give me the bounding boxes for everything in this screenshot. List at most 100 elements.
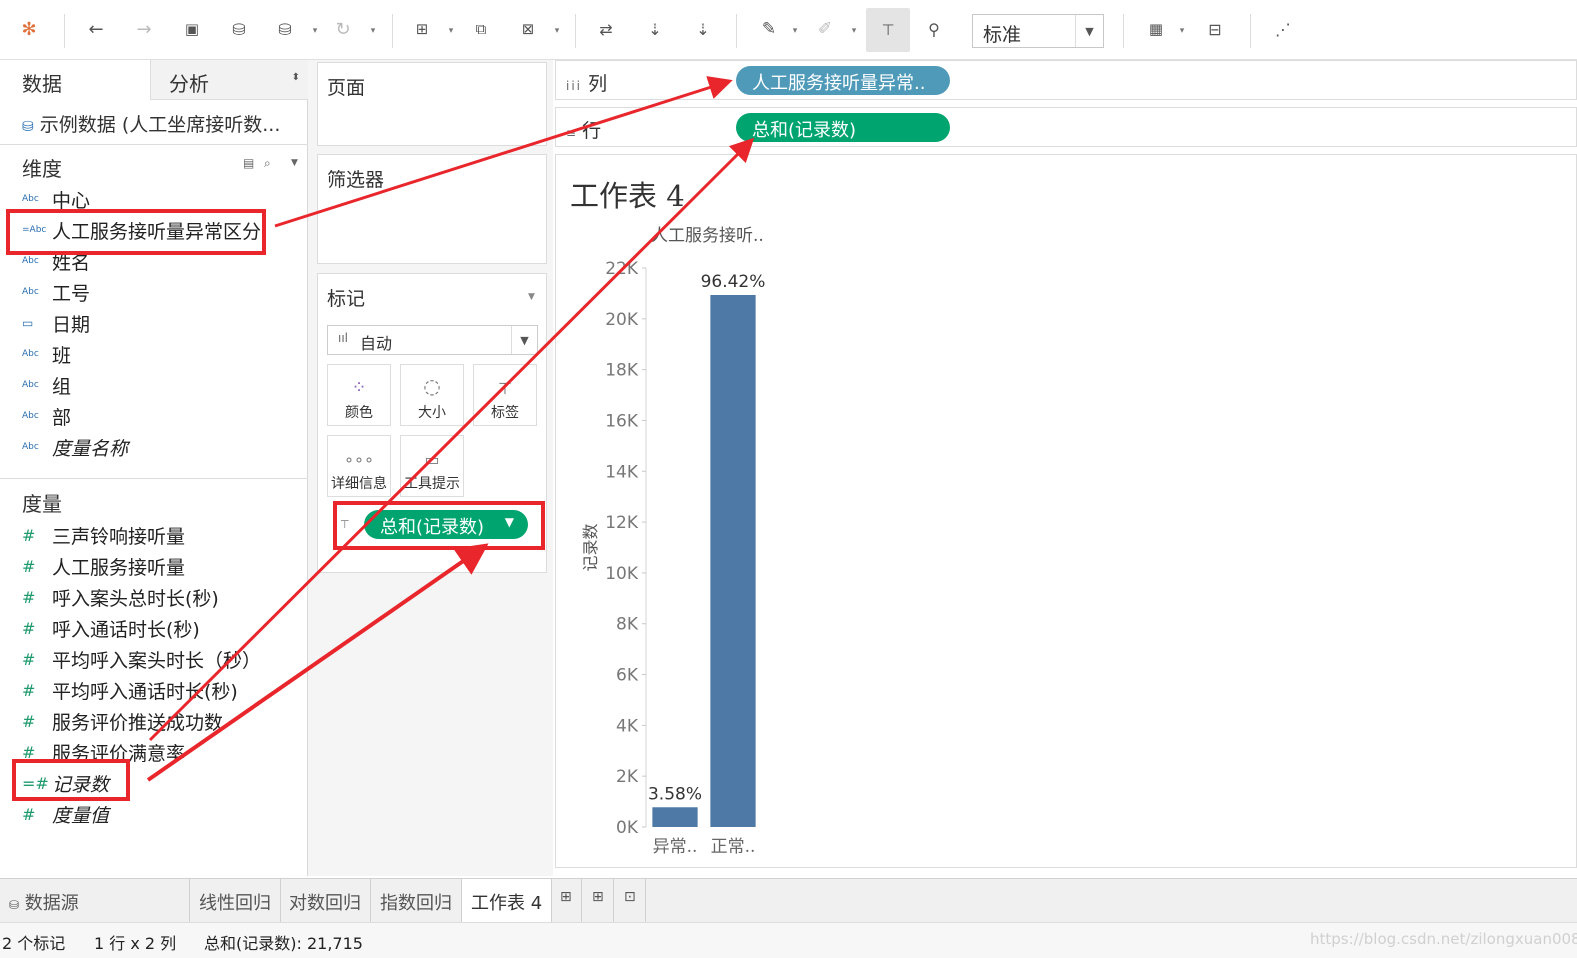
measure-field[interactable]: # 三声铃响接听量	[22, 521, 185, 549]
fix-axes-icon[interactable]: ⚲	[919, 14, 949, 44]
toolbar-divider	[1250, 14, 1251, 48]
tab-analysis[interactable]: 分析 ⬍	[150, 60, 308, 100]
status-sum: 总和(记录数): 21,715	[204, 934, 363, 953]
chevron-down-icon[interactable]: ▾	[1176, 16, 1188, 46]
y-tick-label: 0K	[616, 818, 639, 838]
dimension-field[interactable]: Abc 班	[22, 340, 71, 368]
toolbar: ✻ ← → ▣ ⛁ ⛁ ▾ ↻ ▾ ⊞ ▾ ⧉ ⊠ ▾ ⇄ ⇣ ⇣ ✎ ▾ ✐ …	[0, 0, 1577, 60]
chevron-down-icon: ▼	[511, 326, 537, 354]
bar-data-label: 3.58%	[648, 784, 702, 804]
datasource-item[interactable]: ⛁ 示例数据 (人工坐席接听数...	[22, 110, 280, 137]
chevron-down-icon[interactable]: ▾	[309, 16, 321, 46]
bar	[710, 294, 756, 827]
tab-sheet[interactable]: 对数回归	[280, 879, 371, 923]
size-button[interactable]: ◌ 大小	[400, 364, 464, 426]
new-datasource-icon[interactable]: ⛁	[224, 14, 254, 44]
share-icon[interactable]: ⋰	[1268, 14, 1298, 44]
highlight-icon[interactable]: ✎	[754, 14, 784, 44]
measure-field[interactable]: # 呼入案头总时长(秒)	[22, 583, 219, 611]
worksheet-view: 工作表 4 人工服务接听.. 0K 2K 4K 6K 8K 10K 12K 14K 16K 18K 2…	[555, 154, 1577, 868]
chevron-down-icon[interactable]: ▾	[848, 16, 860, 46]
abc-icon: Abc	[22, 256, 39, 266]
chart-header: 人工服务接听..	[651, 226, 764, 246]
swap-rows-columns-icon[interactable]: ⇄	[591, 14, 621, 44]
rows-pill[interactable]: 总和(记录数)	[736, 113, 950, 142]
save-icon[interactable]: ▣	[177, 14, 207, 44]
mark-type-select[interactable]: ııl 自动 ▼	[327, 325, 538, 355]
dimensions-header: 维度	[22, 157, 62, 181]
y-tick-label: 2K	[616, 767, 639, 787]
field-label: 平均呼入通话时长(秒)	[52, 680, 238, 703]
rows-shelf[interactable]: ≡ 行 总和(记录数)	[555, 107, 1577, 147]
field-label: 三声铃响接听量	[52, 525, 186, 548]
filters-card[interactable]: 筛选器	[317, 154, 547, 264]
chevron-down-icon[interactable]: ▾	[367, 16, 379, 46]
status-marks: 2 个标记	[2, 934, 66, 953]
show-mark-labels-icon[interactable]: ⊤	[866, 8, 910, 52]
chevron-down-icon[interactable]: ▼	[528, 292, 535, 302]
measure-field[interactable]: # 服务评价推送成功数	[22, 707, 223, 735]
field-label: 服务评价推送成功数	[52, 711, 224, 734]
label-button[interactable]: ⊤ 标签	[473, 364, 537, 426]
measure-field[interactable]: # 呼入通话时长(秒)	[22, 614, 200, 642]
chevron-down-icon[interactable]: ▼	[291, 158, 298, 168]
fit-select[interactable]: 标准 ▼	[972, 14, 1104, 48]
dimension-field[interactable]: ▭ 日期	[22, 309, 90, 337]
pages-card[interactable]: 页面	[317, 62, 547, 146]
tab-sheet[interactable]: 线性回归	[190, 879, 281, 923]
color-button[interactable]: ⁘ 颜色	[327, 364, 391, 426]
group-members-icon[interactable]: ✐	[810, 14, 840, 44]
y-tick-label: 12K	[605, 513, 639, 533]
new-worksheet-icon[interactable]: ⊞	[407, 14, 437, 44]
chevron-down-icon[interactable]: ▾	[445, 16, 457, 46]
field-label: 平均呼入案头时长（秒）	[52, 649, 262, 672]
sort-ascending-icon[interactable]: ⇣	[640, 14, 670, 44]
new-worksheet-icon[interactable]: ⊞	[551, 879, 582, 923]
measure-field[interactable]: # 人工服务接听量	[22, 552, 185, 580]
tab-sheet-active[interactable]: 工作表 4	[462, 879, 553, 923]
color-icon: ⁘	[351, 377, 367, 398]
chevron-down-icon[interactable]: ▾	[789, 16, 801, 46]
duplicate-sheet-icon[interactable]: ⧉	[466, 14, 496, 44]
pause-updates-icon[interactable]: ⛁	[270, 14, 300, 44]
tab-datasource[interactable]: ⛁ 数据源	[0, 879, 190, 923]
search-icon[interactable]: ⌕	[264, 156, 271, 171]
measure-field[interactable]: # 平均呼入案头时长（秒）	[22, 645, 261, 673]
filters-title: 筛选器	[327, 169, 385, 191]
new-story-icon[interactable]: ⊡	[615, 879, 646, 923]
tooltip-button[interactable]: ▭ 工具提示	[400, 435, 464, 497]
dimension-field[interactable]: Abc 度量名称	[22, 433, 128, 461]
tab-data[interactable]: 数据	[0, 60, 150, 100]
columns-shelf[interactable]: iii 列 人工服务接听量异常..	[555, 60, 1577, 100]
show-cards-icon[interactable]: ▦	[1141, 14, 1171, 44]
chevron-down-icon[interactable]: ▾	[551, 16, 563, 46]
columns-icon: iii	[566, 79, 583, 93]
y-tick-label: 16K	[605, 411, 639, 431]
dimension-field[interactable]: Abc 部	[22, 402, 71, 430]
x-tick-label: 异常..	[653, 837, 698, 857]
bar-data-label: 96.42%	[701, 272, 766, 292]
measure-field[interactable]: # 平均呼入通话时长(秒)	[22, 676, 238, 704]
undo-icon[interactable]: ←	[81, 14, 111, 44]
presentation-mode-icon[interactable]: ⊟	[1200, 14, 1230, 44]
toolbar-divider	[64, 14, 65, 48]
refresh-icon[interactable]: ↻	[328, 14, 358, 44]
detail-label: 详细信息	[331, 476, 387, 492]
new-dashboard-icon[interactable]: ⊞	[583, 879, 614, 923]
redo-icon[interactable]: →	[129, 14, 159, 44]
tab-sheet[interactable]: 指数回归	[371, 879, 462, 923]
sort-descending-icon[interactable]: ⇣	[688, 14, 718, 44]
chevron-down-icon: ▼	[1075, 15, 1103, 47]
field-label: 人工服务接听量	[52, 556, 186, 579]
clear-sheet-icon[interactable]: ⊠	[513, 14, 543, 44]
dimension-field[interactable]: Abc 工号	[22, 278, 90, 306]
dimension-field[interactable]: Abc 组	[22, 371, 71, 399]
detail-button[interactable]: ∘∘∘ 详细信息	[327, 435, 391, 497]
columns-pill[interactable]: 人工服务接听量异常..	[736, 66, 950, 95]
tableau-logo-icon[interactable]: ✻	[14, 14, 44, 44]
y-tick-label: 6K	[616, 666, 639, 686]
hash-icon: #	[22, 804, 36, 824]
list-view-icon[interactable]: ▤	[243, 156, 254, 170]
measure-field[interactable]: # 度量值	[22, 800, 109, 828]
abc-icon: Abc	[22, 194, 39, 204]
